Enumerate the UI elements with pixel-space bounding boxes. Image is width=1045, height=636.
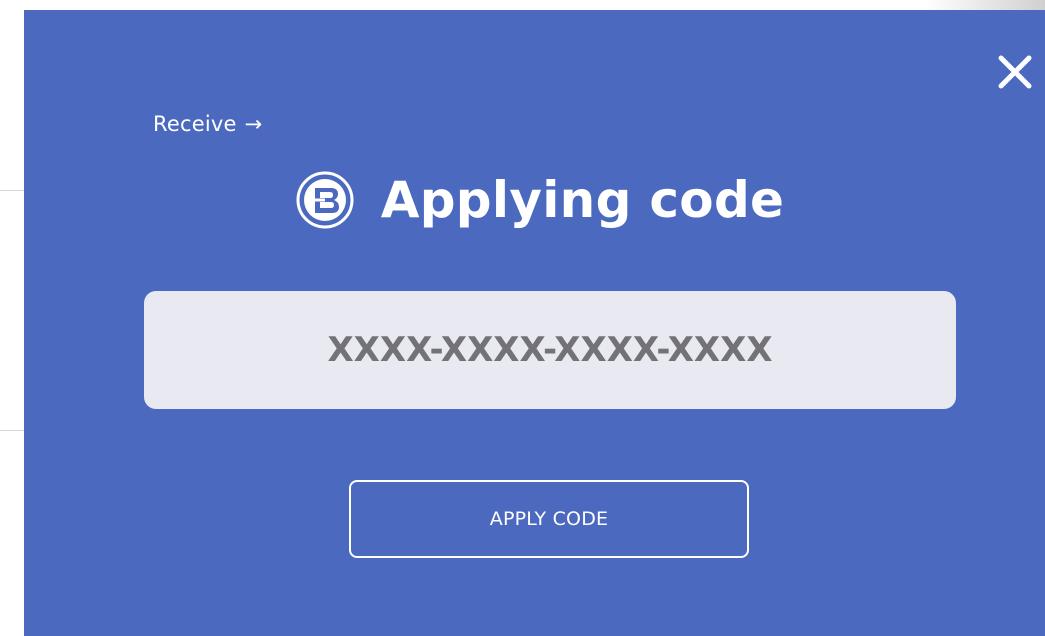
backdrop-divider [0, 430, 24, 431]
backdrop-divider [0, 190, 24, 191]
close-button[interactable] [993, 50, 1037, 94]
receive-link[interactable]: Receive → [153, 112, 262, 136]
apply-code-button[interactable]: APPLY CODE [349, 480, 749, 558]
receive-link-label: Receive [153, 112, 237, 136]
backdrop-corner-strip [925, 0, 1045, 10]
apply-code-modal: Receive → Applying code APPLY CODE [24, 10, 1045, 636]
arrow-right-icon: → [244, 112, 263, 136]
brand-logo-icon [296, 171, 354, 229]
modal-title: Applying code [380, 171, 785, 229]
code-input[interactable] [144, 291, 956, 409]
close-icon [998, 55, 1032, 89]
modal-header: Applying code [24, 170, 1045, 230]
